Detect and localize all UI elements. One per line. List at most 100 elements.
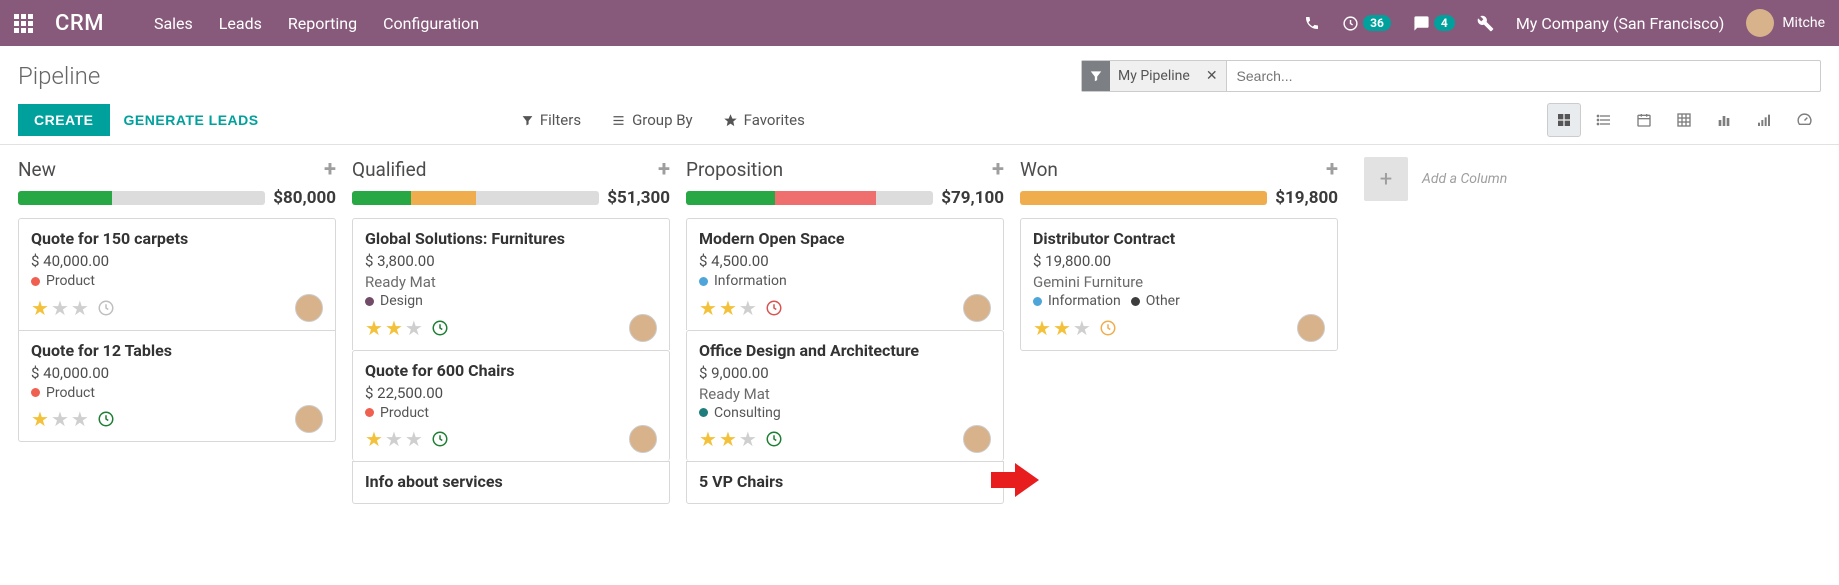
column-progress[interactable] (686, 191, 933, 205)
messages-icon[interactable]: 4 (1413, 15, 1455, 32)
generate-leads-button[interactable]: GENERATE LEADS (124, 112, 259, 128)
star-icon[interactable]: ★ (699, 427, 717, 451)
activity-icon[interactable] (765, 299, 783, 317)
activity-icon[interactable] (97, 410, 115, 428)
column-title[interactable]: Won (1020, 158, 1058, 181)
user-menu[interactable]: Mitche (1746, 9, 1825, 37)
star-icon[interactable]: ★ (1073, 316, 1091, 340)
kanban-column: New + $80,000 Quote for 150 carpets $ 40… (18, 153, 352, 442)
card-subtitle: Ready Mat (365, 273, 657, 291)
column-title[interactable]: New (18, 158, 56, 181)
star-icon[interactable]: ★ (31, 296, 49, 320)
kanban-column: Qualified + $51,300 Global Solutions: Fu… (352, 153, 686, 504)
quick-add-icon[interactable]: + (992, 157, 1004, 182)
debug-icon[interactable] (1477, 15, 1494, 32)
star-icon[interactable]: ★ (51, 407, 69, 431)
star-icon[interactable]: ★ (365, 427, 383, 451)
star-icon[interactable]: ★ (1033, 316, 1051, 340)
star-icon[interactable]: ★ (719, 427, 737, 451)
star-icon[interactable]: ★ (71, 407, 89, 431)
nav-reporting[interactable]: Reporting (288, 14, 357, 33)
view-graph[interactable] (1707, 103, 1741, 137)
phone-icon[interactable] (1304, 15, 1320, 31)
card-title: Distributor Contract (1033, 229, 1325, 248)
nav-configuration[interactable]: Configuration (383, 14, 479, 33)
star-icon[interactable]: ★ (31, 407, 49, 431)
add-column-button[interactable]: + (1364, 157, 1408, 201)
search-bar[interactable]: My Pipeline ✕ (1081, 60, 1821, 92)
kanban-card[interactable]: 5 VP Chairs (686, 461, 1004, 504)
assignee-avatar[interactable] (1297, 314, 1325, 342)
assignee-avatar[interactable] (629, 314, 657, 342)
kanban-card[interactable]: Quote for 150 carpets $ 40,000.00 Produc… (18, 218, 336, 330)
star-icon[interactable]: ★ (385, 427, 403, 451)
kanban-card[interactable]: Info about services (352, 461, 670, 504)
tag: Product (31, 385, 95, 401)
add-column-label[interactable]: Add a Column (1422, 171, 1507, 187)
kanban-card[interactable]: Quote for 600 Chairs $ 22,500.00 Product… (352, 350, 670, 462)
star-icon[interactable]: ★ (51, 296, 69, 320)
column-total: $79,100 (941, 188, 1004, 208)
activity-icon[interactable] (1099, 319, 1117, 337)
kanban-card[interactable]: Global Solutions: Furnitures $ 3,800.00 … (352, 218, 670, 350)
view-dashboard[interactable] (1787, 103, 1821, 137)
star-icon[interactable]: ★ (739, 296, 757, 320)
activity-icon[interactable] (431, 430, 449, 448)
star-icon[interactable]: ★ (719, 296, 737, 320)
card-title: Global Solutions: Furnitures (365, 229, 657, 248)
kanban-card[interactable]: Quote for 12 Tables $ 40,000.00 Product … (18, 330, 336, 443)
view-kanban[interactable] (1547, 103, 1581, 137)
assignee-avatar[interactable] (295, 405, 323, 433)
control-panel: Pipeline My Pipeline ✕ CREATE GENERATE L… (0, 46, 1839, 145)
kanban-card[interactable]: Modern Open Space $ 4,500.00 Information… (686, 218, 1004, 330)
quick-add-icon[interactable]: + (658, 157, 670, 182)
create-button[interactable]: CREATE (18, 104, 110, 136)
company-name[interactable]: My Company (San Francisco) (1516, 14, 1725, 33)
view-calendar[interactable] (1627, 103, 1661, 137)
groupby-dropdown[interactable]: Group By (611, 111, 693, 129)
column-title[interactable]: Proposition (686, 158, 783, 181)
assignee-avatar[interactable] (963, 294, 991, 322)
kanban-card[interactable]: Office Design and Architecture $ 9,000.0… (686, 330, 1004, 462)
assignee-avatar[interactable] (295, 294, 323, 322)
star-icon[interactable]: ★ (739, 427, 757, 451)
nav-sales[interactable]: Sales (154, 14, 193, 33)
star-icon[interactable]: ★ (1053, 316, 1071, 340)
star-icon[interactable]: ★ (699, 296, 717, 320)
card-title: Modern Open Space (699, 229, 991, 248)
card-amount: $ 40,000.00 (31, 252, 323, 270)
view-pivot[interactable] (1667, 103, 1701, 137)
column-progress[interactable] (1020, 191, 1267, 205)
add-column: + Add a Column (1364, 157, 1507, 201)
star-icon[interactable]: ★ (385, 316, 403, 340)
favorites-dropdown[interactable]: Favorites (723, 111, 805, 129)
quick-add-icon[interactable]: + (324, 157, 336, 182)
messages-badge: 4 (1434, 15, 1455, 31)
view-list[interactable] (1587, 103, 1621, 137)
facet-remove[interactable]: ✕ (1198, 68, 1226, 84)
activity-icon[interactable] (97, 299, 115, 317)
priority-stars: ★★★ (699, 427, 783, 451)
card-tags: InformationOther (1033, 293, 1325, 310)
search-input[interactable] (1227, 68, 1820, 84)
assignee-avatar[interactable] (963, 425, 991, 453)
tag: Design (365, 293, 423, 309)
column-progress[interactable] (18, 191, 265, 205)
column-progress[interactable] (352, 191, 599, 205)
quick-add-icon[interactable]: + (1326, 157, 1338, 182)
view-cohort[interactable] (1747, 103, 1781, 137)
nav-leads[interactable]: Leads (219, 14, 262, 33)
column-title[interactable]: Qualified (352, 158, 426, 181)
activity-icon[interactable] (431, 319, 449, 337)
star-icon[interactable]: ★ (405, 427, 423, 451)
apps-icon[interactable] (14, 14, 33, 33)
nav-links: Sales Leads Reporting Configuration (154, 14, 479, 33)
assignee-avatar[interactable] (629, 425, 657, 453)
kanban-card[interactable]: Distributor Contract $ 19,800.00 Gemini … (1020, 218, 1338, 351)
activity-icon[interactable]: 36 (1342, 15, 1391, 32)
star-icon[interactable]: ★ (71, 296, 89, 320)
star-icon[interactable]: ★ (365, 316, 383, 340)
star-icon[interactable]: ★ (405, 316, 423, 340)
filters-dropdown[interactable]: Filters (521, 111, 581, 129)
activity-icon[interactable] (765, 430, 783, 448)
